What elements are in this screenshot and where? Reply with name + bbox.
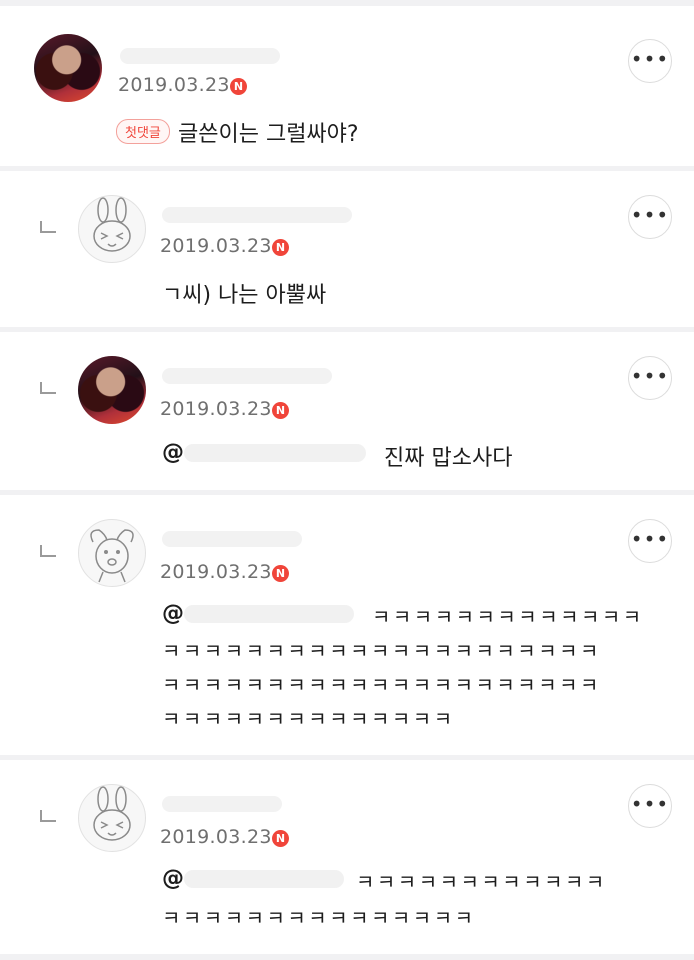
nickname-blurred: [162, 368, 332, 384]
mention-blurred[interactable]: [184, 444, 366, 462]
nickname-blurred: [120, 48, 280, 64]
mention-at: @: [162, 440, 184, 465]
comment-text-line: ㅋㅋㅋㅋㅋㅋㅋㅋㅋㅋㅋㅋㅋㅋ: [162, 707, 455, 731]
more-options-button[interactable]: •••: [628, 39, 672, 83]
comment-date: 2019.03.23: [160, 235, 272, 257]
mention-blurred[interactable]: [184, 870, 344, 888]
comment-date: 2019.03.23: [118, 74, 230, 96]
comment-date: 2019.03.23: [160, 826, 272, 848]
reply-item: 2019.03.23 N @ ㅋㅋㅋㅋㅋㅋㅋㅋㅋㅋㅋㅋㅋ ㅋㅋㅋㅋㅋㅋㅋㅋㅋㅋㅋ…: [0, 495, 694, 755]
comment-text: ㄱ씨) 나는 아뿔싸: [162, 283, 327, 308]
nickname-blurred: [162, 796, 282, 812]
reply-item: 2019.03.23 N ㄱ씨) 나는 아뿔싸 •••: [0, 171, 694, 327]
new-badge-icon: N: [272, 565, 289, 582]
reply-arrow-icon: [40, 382, 56, 394]
nickname-blurred: [162, 207, 352, 223]
more-options-button[interactable]: •••: [628, 195, 672, 239]
avatar[interactable]: [78, 519, 146, 587]
comment-text: 글쓴이는 그럴싸야?: [178, 122, 359, 147]
new-badge-icon: N: [230, 78, 247, 95]
rabbit-character-icon: [93, 197, 131, 252]
mention-at: @: [162, 866, 184, 891]
comment-text-line: ㅋㅋㅋㅋㅋㅋㅋㅋㅋㅋㅋㅋㅋㅋㅋㅋㅋㅋㅋㅋㅋ: [162, 639, 601, 663]
nickname-blurred: [162, 531, 302, 547]
reply-arrow-icon: [40, 221, 56, 233]
comment-text-line: ㅋㅋㅋㅋㅋㅋㅋㅋㅋㅋㅋㅋ: [356, 870, 607, 894]
reply-item: 2019.03.23 N @ 진짜 맙소사다 •••: [0, 332, 694, 490]
comment-text-line: ㅋㅋㅋㅋㅋㅋㅋㅋㅋㅋㅋㅋㅋ: [372, 605, 644, 629]
dog-character-icon: [90, 529, 134, 583]
reply-arrow-icon: [40, 810, 56, 822]
rabbit-character-icon: [93, 786, 131, 841]
comment-text-line: ㅋㅋㅋㅋㅋㅋㅋㅋㅋㅋㅋㅋㅋㅋㅋ: [162, 906, 476, 930]
avatar[interactable]: [78, 356, 146, 424]
new-badge-icon: N: [272, 402, 289, 419]
more-options-button[interactable]: •••: [628, 784, 672, 828]
reply-arrow-icon: [40, 545, 56, 557]
more-options-button[interactable]: •••: [628, 356, 672, 400]
avatar[interactable]: [34, 34, 102, 102]
comment-item: 2019.03.23 N 첫댓글 글쓴이는 그럴싸야? •••: [0, 6, 694, 166]
avatar[interactable]: [78, 784, 146, 852]
first-comment-badge: 첫댓글: [116, 119, 170, 144]
new-badge-icon: N: [272, 239, 289, 256]
reply-item: 2019.03.23 N @ ㅋㅋㅋㅋㅋㅋㅋㅋㅋㅋㅋㅋ ㅋㅋㅋㅋㅋㅋㅋㅋㅋㅋㅋㅋ…: [0, 760, 694, 954]
comment-date: 2019.03.23: [160, 398, 272, 420]
avatar[interactable]: [78, 195, 146, 263]
mention-at: @: [162, 601, 184, 626]
new-badge-icon: N: [272, 830, 289, 847]
comment-text-line: ㅋㅋㅋㅋㅋㅋㅋㅋㅋㅋㅋㅋㅋㅋㅋㅋㅋㅋㅋㅋㅋ: [162, 673, 601, 697]
comment-date: 2019.03.23: [160, 561, 272, 583]
more-options-button[interactable]: •••: [628, 519, 672, 563]
comment-text: 진짜 맙소사다: [384, 446, 513, 471]
mention-blurred[interactable]: [184, 605, 354, 623]
